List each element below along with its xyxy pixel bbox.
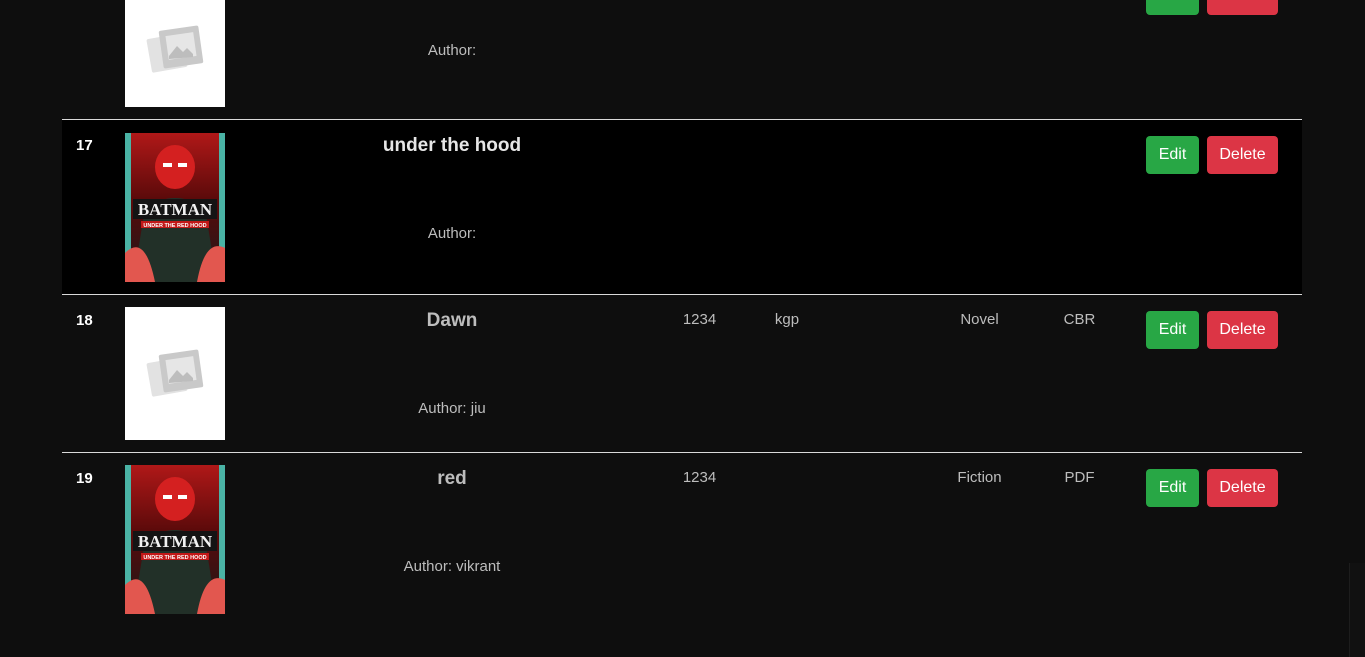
delete-button[interactable]: Delete	[1207, 0, 1278, 15]
edit-button[interactable]: Edit	[1146, 311, 1199, 349]
table-row: 17 BATMAN UNDER THE RED HOOD under the h…	[62, 120, 1302, 295]
delete-button[interactable]: Delete	[1207, 311, 1278, 349]
image-placeholder-icon	[146, 25, 204, 73]
book-title: red	[437, 468, 467, 489]
book-author: Author: jiu	[418, 400, 486, 417]
book-cover: BATMAN UNDER THE RED HOOD	[125, 465, 225, 614]
book-genre: Novel	[960, 311, 999, 328]
book-title: Dawn	[426, 310, 478, 331]
cover-subtitle: UNDER THE RED HOOD	[143, 555, 206, 561]
cover-title: BATMAN	[138, 532, 213, 551]
book-genre: Fiction	[957, 469, 1002, 486]
edit-button[interactable]: Edit	[1146, 136, 1199, 174]
cover-placeholder	[125, 0, 225, 107]
book-title: under the hood	[382, 135, 522, 156]
table-row: 18 Dawn Author: jiu 1234 kgp Novel CBR E…	[62, 295, 1302, 453]
cover-title: BATMAN	[138, 200, 213, 219]
scrollbar[interactable]	[1349, 563, 1365, 657]
row-number: 19	[76, 470, 93, 487]
book-author: Author: vikrant	[403, 558, 501, 575]
book-isbn: 1234	[682, 311, 717, 328]
edit-button[interactable]: Edit	[1146, 0, 1199, 15]
table-row: 19 BATMAN UNDER THE RED HOOD red Author:…	[62, 453, 1302, 627]
row-number: 17	[76, 137, 93, 154]
cover-placeholder	[125, 307, 225, 440]
book-cover: BATMAN UNDER THE RED HOOD	[125, 133, 225, 282]
book-isbn: 1234	[682, 469, 717, 486]
book-author: Author:	[427, 42, 477, 59]
delete-button[interactable]: Delete	[1207, 136, 1278, 174]
book-format: PDF	[1064, 469, 1095, 486]
batman-cover-image: BATMAN UNDER THE RED HOOD	[125, 465, 225, 614]
image-placeholder-icon	[146, 349, 204, 397]
delete-button[interactable]: Delete	[1207, 469, 1278, 507]
book-author: Author:	[427, 225, 477, 242]
book-publisher: kgp	[774, 311, 800, 328]
row-number: 18	[76, 312, 93, 329]
books-table: Author: Edit Delete 17	[62, 0, 1302, 627]
edit-button[interactable]: Edit	[1146, 469, 1199, 507]
cover-subtitle: UNDER THE RED HOOD	[143, 223, 206, 229]
batman-cover-image: BATMAN UNDER THE RED HOOD	[125, 133, 225, 282]
table-row: Author: Edit Delete	[62, 0, 1302, 120]
book-format: CBR	[1063, 311, 1096, 328]
